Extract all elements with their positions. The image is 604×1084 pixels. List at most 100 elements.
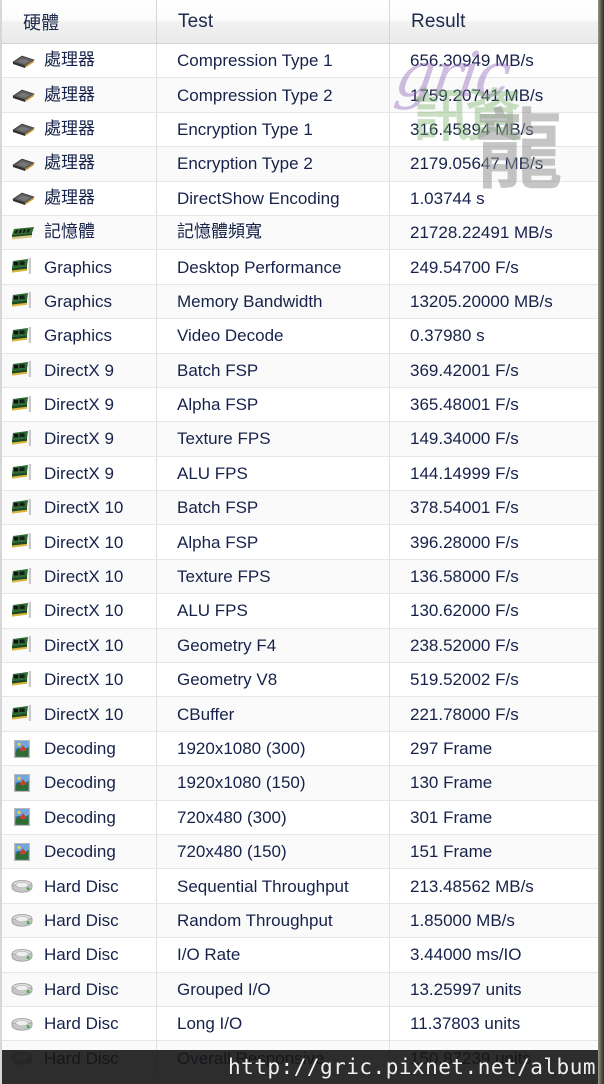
result-value: 301 Frame [410,807,493,827]
table-row[interactable]: 處理器 Encryption Type 1 316.45894 MB/s [2,112,598,148]
test-label: Memory Bandwidth [177,291,323,311]
test-label: ALU FPS [177,601,248,621]
harddisk-icon [10,978,36,1000]
cell-test: 記憶體頻寬 [157,215,390,250]
table-row[interactable]: 處理器 Encryption Type 2 2179.05647 MB/s [2,147,598,182]
gpu-card-icon [10,531,36,553]
table-row[interactable]: Decoding 720x480 (300) 301 Frame [2,800,598,835]
table-row[interactable]: DirectX 9 Batch FSP 369.42001 F/s [2,353,598,388]
hardware-label: Decoding [44,739,116,758]
watermark-url-bar: http://gric.pixnet.net/album [0,1050,604,1084]
table-row[interactable]: Hard Disc Sequential Throughput 213.48562 … [2,869,598,904]
cell-result: 1.85000 MB/s [390,904,598,937]
result-value: 151 Frame [410,842,493,862]
cell-hardware: Graphics [2,319,157,353]
table-row[interactable]: Decoding 1920x1080 (300) 297 Frame [2,731,598,767]
hardware-label: 記憶體 [44,222,95,243]
table-row[interactable]: Graphics Desktop Performance 249.54700 F/s [2,250,598,285]
cell-hardware: DirectX 9 [2,353,157,387]
table-row[interactable]: DirectX 9 ALU FPS 144.14999 F/s [2,456,598,492]
table-row[interactable]: 記憶體 記憶體頻寬 21728.22491 MB/s [2,215,598,251]
result-value: 297 Frame [410,739,493,758]
cell-result: 2179.05647 MB/s [390,147,598,180]
cpu-icon [10,118,36,140]
cell-result: 221.78000 F/s [390,697,598,730]
cell-test: Long I/O [157,1006,390,1041]
table-row[interactable]: DirectX 10 Batch FSP 378.54001 F/s [2,491,598,526]
table-row[interactable]: DirectX 9 Alpha FSP 365.48001 F/s [2,387,598,423]
results-table: 硬體 Test Result 處理器 Compression Type 1 656.… [2,0,598,1084]
cell-hardware: Hard Disc [2,903,157,938]
test-label: I/O Rate [177,945,241,965]
table-row[interactable]: Hard Disc I/O Rate 3.44000 ms/IO [2,938,598,973]
cell-test: Video Decode [157,319,390,353]
cell-result: 656.30949 MB/s [390,44,598,77]
cell-hardware: DirectX 10 [2,628,157,663]
table-row[interactable]: Decoding 1920x1080 (150) 130 Frame [2,766,598,801]
table-row[interactable]: DirectX 10 Texture FPS 136.58000 F/s [2,559,598,595]
column-header-result[interactable]: Result [390,0,598,43]
result-value: 0.37980 s [410,326,485,346]
cell-test: CBuffer [157,697,390,731]
gpu-card-icon [10,669,36,691]
column-header-test[interactable]: Test [157,0,390,43]
table-row[interactable]: DirectX 10 Geometry F4 238.52000 F/s [2,628,598,664]
hardware-label: Decoding [44,842,116,862]
video-icon [10,772,36,794]
hardware-label: 處理器 [44,118,95,139]
cell-test: Random Throughput [157,903,390,938]
table-row[interactable]: 處理器 Compression Type 1 656.30949 MB/s [2,44,598,79]
gpu-card-icon [10,290,36,312]
cell-test: Sequential Throughput [157,869,390,903]
column-header-hardware[interactable]: 硬體 [2,0,157,43]
cell-result: 144.14999 F/s [390,457,598,490]
table-row[interactable]: 處理器 Compression Type 2 1759.20741 MB/s [2,78,598,113]
watermark-url-text: http://gric.pixnet.net/album [227,1055,596,1079]
cpu-icon [10,187,36,209]
result-value: 21728.22491 MB/s [410,223,553,243]
table-row[interactable]: DirectX 10 ALU FPS 130.62000 F/s [2,594,598,629]
table-row[interactable]: DirectX 9 Texture FPS 149.34000 F/s [2,422,598,457]
result-value: 369.42001 F/s [410,360,519,380]
cell-result: 136.58000 F/s [390,560,598,593]
table-row[interactable]: Hard Disc Random Throughput 1.85000 MB/s [2,903,598,939]
table-row[interactable]: DirectX 10 CBuffer 221.78000 F/s [2,697,598,732]
cell-hardware: DirectX 9 [2,456,157,491]
cell-test: Encryption Type 1 [157,112,390,147]
table-row[interactable]: DirectX 10 Alpha FSP 396.28000 F/s [2,525,598,560]
table-row[interactable]: Hard Disc Grouped I/O 13.25997 units [2,972,598,1007]
cell-hardware: DirectX 10 [2,491,157,525]
cell-result: 213.48562 MB/s [390,869,598,902]
table-row[interactable]: DirectX 10 Geometry V8 519.52002 F/s [2,663,598,698]
cell-hardware: 處理器 [2,181,157,215]
gpu-card-icon [10,325,36,347]
video-icon [10,738,36,760]
cell-hardware: DirectX 9 [2,387,157,422]
window-right-edge [598,0,604,1084]
result-value: 1759.20741 MB/s [410,85,544,105]
result-value: 136.58000 F/s [410,567,519,587]
gpu-card-icon [10,566,36,588]
result-value: 519.52002 F/s [410,670,519,690]
table-row[interactable]: Decoding 720x480 (150) 151 Frame [2,834,598,870]
table-row[interactable]: 處理器 DirectShow Encoding 1.03744 s [2,181,598,216]
result-value: 1.03744 s [410,188,485,208]
cell-result: 378.54001 F/s [390,491,598,524]
table-row[interactable]: Graphics Memory Bandwidth 13205.20000 MB/s [2,284,598,320]
cell-result: 151 Frame [390,835,598,868]
table-row[interactable]: Graphics Video Decode 0.37980 s [2,319,598,354]
test-label: Batch FSP [177,360,259,380]
hardware-label: DirectX 10 [44,532,124,552]
memory-icon [10,222,36,244]
hardware-label: DirectX 9 [44,463,114,483]
cell-result: 1.03744 s [390,182,598,215]
cpu-icon [10,84,36,106]
harddisk-icon [10,1013,36,1035]
cell-test: Encryption Type 2 [157,147,390,181]
cell-hardware: Graphics [2,250,157,284]
hardware-label: DirectX 10 [44,567,124,587]
table-row[interactable]: Hard Disc Long I/O 11.37803 units [2,1006,598,1042]
cell-result: 11.37803 units [390,1007,598,1040]
test-label: Video Decode [177,326,284,346]
test-label: Sequential Throughput [177,876,349,896]
